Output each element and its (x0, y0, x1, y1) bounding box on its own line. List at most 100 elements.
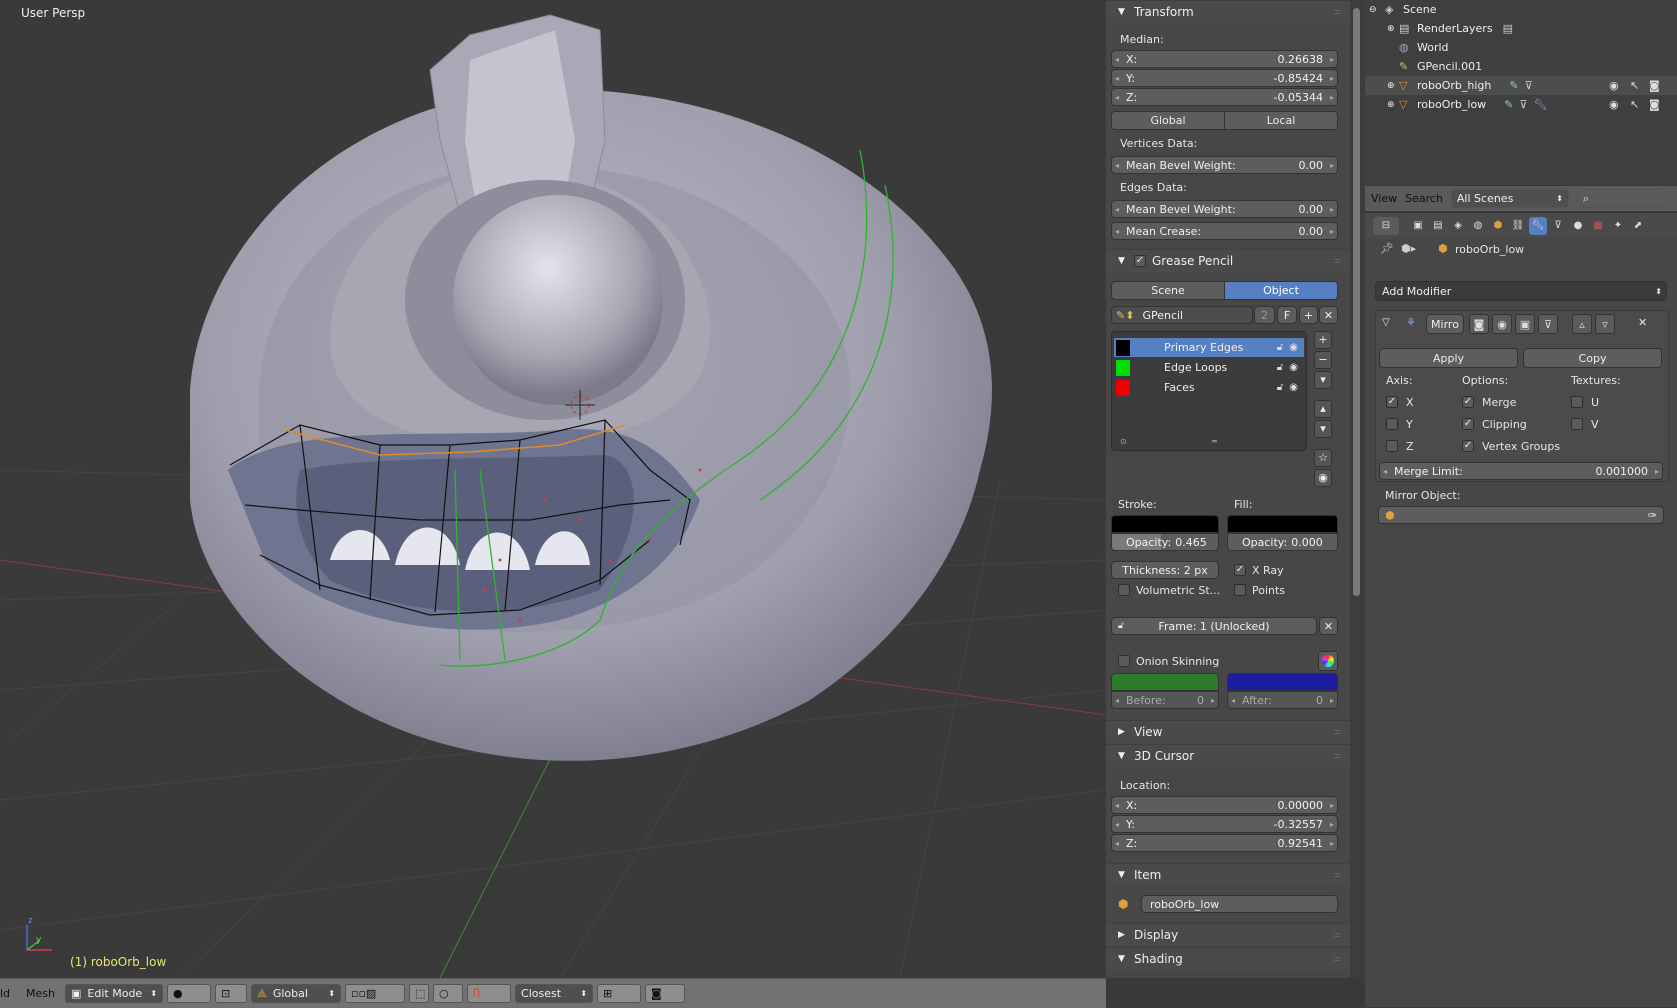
object-tab-icon[interactable]: ⬢ (1489, 217, 1507, 235)
wrench-icon[interactable]: 🔧︎ (1529, 216, 1547, 235)
render-buttons[interactable]: ◙ (645, 984, 686, 1003)
item-name-field[interactable]: roboOrb_low (1141, 895, 1338, 913)
grease-pencil-enable-checkbox[interactable]: ✓ (1134, 255, 1146, 267)
cursor-panel-header[interactable]: ▼ 3D Cursor :::: (1106, 744, 1350, 767)
merge-checkbox[interactable]: ✓ (1462, 396, 1474, 408)
plus-icon[interactable]: + (1299, 306, 1318, 324)
gp-datablock-field[interactable]: ✎⬍ GPencil (1111, 306, 1253, 324)
on-cage-icon[interactable]: ⊽ (1538, 314, 1558, 334)
eye-icon[interactable]: ◉ (1289, 362, 1298, 373)
axis-y-checkbox[interactable] (1386, 418, 1398, 430)
mesh-data-icon[interactable]: ⊽ (1525, 79, 1533, 92)
transform-panel-header[interactable]: ▼ Transform :::: (1106, 0, 1350, 23)
move-layer-up-button[interactable]: ▴ (1314, 400, 1332, 418)
modifier-name-field[interactable]: Mirro (1426, 314, 1464, 334)
collapse-icon[interactable]: ⊖ (1369, 5, 1381, 15)
menu-fragment[interactable]: ld (0, 987, 16, 1000)
viewport-shading-dropdown[interactable]: ● (167, 984, 212, 1003)
onion-skinning-checkbox[interactable] (1118, 655, 1130, 667)
snap-target-dropdown[interactable]: Closest ⬍ (515, 984, 594, 1003)
onion-after-color[interactable] (1227, 673, 1338, 691)
drag-grip-icon[interactable]: :::: (1333, 256, 1341, 265)
onion-after-field[interactable]: ◂ After: 0 ▸ (1227, 691, 1338, 709)
outliner-row[interactable]: ⊖ ◈ Scene (1365, 0, 1677, 19)
isolate-layer-button[interactable]: ☆ (1314, 449, 1332, 467)
outliner-row[interactable]: ⊕ ▤ RenderLayers ▤ (1365, 19, 1677, 38)
pivot-dropdown[interactable]: ⊡ (215, 984, 248, 1003)
gp-layer-item[interactable]: Faces 🔓︎ ◉ (1114, 378, 1304, 397)
gp-users-count[interactable]: 2 (1254, 306, 1275, 324)
volumetric-checkbox[interactable] (1118, 584, 1130, 596)
mean-crease-field[interactable]: ◂ Mean Crease: 0.00 ▸ (1111, 222, 1338, 240)
collapse-triangle-icon[interactable]: ▽ (1382, 317, 1390, 328)
display-panel-header[interactable]: ▶ Display :::: (1106, 923, 1350, 946)
lock-icon[interactable]: 🔓︎ (1277, 342, 1283, 353)
expand-icon[interactable]: ⊕ (1387, 100, 1399, 110)
layer-color-swatch[interactable] (1116, 339, 1130, 356)
layer-specials-button[interactable]: ▾ (1314, 371, 1332, 389)
outliner-search-menu[interactable]: Search (1405, 192, 1443, 205)
editor-type-dropdown[interactable]: ⊟ (1373, 216, 1399, 235)
axis-z-checkbox[interactable] (1386, 440, 1398, 452)
scene-tab-icon[interactable]: ◈ (1449, 217, 1467, 235)
layer-color-swatch[interactable] (1116, 379, 1130, 396)
gp-fake-user-button[interactable]: F (1277, 306, 1297, 324)
merge-limit-field[interactable]: ◂ Merge Limit: 0.001000 ▸ (1379, 462, 1663, 480)
fill-opacity-field[interactable]: Opacity: 0.000 (1227, 533, 1338, 551)
xray-checkbox[interactable]: ✓ (1234, 564, 1246, 576)
pencil-icon[interactable]: ✎ (1509, 79, 1518, 92)
gp-layer-item[interactable]: Primary Edges 🔓︎ ◉ (1114, 338, 1304, 357)
shading-panel-header[interactable]: ▼ Shading :::: (1106, 947, 1350, 970)
pencil-icon[interactable]: ✎ (1504, 98, 1513, 111)
lock-icon[interactable]: 🔓︎ (1277, 382, 1283, 393)
drag-grip-icon[interactable]: :::: (1333, 727, 1341, 736)
mesh-menu[interactable]: Mesh (20, 987, 61, 1000)
eye-icon[interactable]: ◉ (1289, 382, 1298, 393)
camera-icon[interactable]: ◙ (1649, 98, 1660, 111)
drag-grip-icon[interactable]: :::: (1333, 751, 1341, 760)
outliner-row[interactable]: ⊕ ▽ roboOrb_high ✎ ⊽ ◉ ↖ ◙ (1365, 76, 1677, 95)
eye-icon[interactable]: ◉ (1492, 314, 1512, 334)
3d-viewport[interactable]: User Persp (1) roboOrb_low z y (0, 0, 1106, 978)
particles-tab-icon[interactable]: ✦ (1609, 217, 1627, 235)
vertex-mean-bevel-field[interactable]: ◂ Mean Bevel Weight: 0.00 ▸ (1111, 156, 1338, 174)
edge-mean-bevel-field[interactable]: ◂ Mean Bevel Weight: 0.00 ▸ (1111, 200, 1338, 218)
gp-layer-item[interactable]: Edge Loops 🔓︎ ◉ (1114, 358, 1304, 377)
material-tab-icon[interactable]: ● (1569, 217, 1587, 235)
close-icon[interactable]: ✕ (1319, 306, 1338, 324)
axis-x-checkbox[interactable]: ✓ (1386, 396, 1398, 408)
pin-icon[interactable]: 📌︎ (1380, 242, 1394, 255)
list-filter-icon[interactable]: ⊙ (1120, 437, 1127, 446)
texture-v-checkbox[interactable] (1571, 418, 1583, 430)
cursor-select-icon[interactable]: ↖ (1630, 98, 1639, 111)
onion-before-color[interactable] (1111, 673, 1219, 691)
render-layers-tab-icon[interactable]: ▤ (1429, 217, 1447, 235)
select-mode-buttons[interactable]: ▫▫▨ (345, 984, 406, 1003)
cursor-z-field[interactable]: ◂ Z: 0.92541 ▸ (1111, 834, 1338, 852)
snap-toggle[interactable]: Ⴖ (467, 984, 512, 1003)
display-mode-dropdown[interactable]: All Scenes ⬍ (1450, 189, 1569, 208)
item-panel-header[interactable]: ▼ Item :::: (1106, 863, 1350, 886)
snap-options[interactable]: ⊞ (597, 984, 642, 1003)
proportional-edit-dropdown[interactable]: ○ (433, 984, 464, 1003)
outliner-view-menu[interactable]: View (1371, 192, 1397, 205)
fill-color-swatch[interactable] (1227, 515, 1338, 533)
median-x-field[interactable]: ◂ X: 0.26638 ▸ (1111, 50, 1338, 68)
median-z-field[interactable]: ◂ Z: -0.05344 ▸ (1111, 88, 1338, 106)
properties-shelf-scrollbar[interactable] (1350, 0, 1365, 978)
texture-u-checkbox[interactable] (1571, 396, 1583, 408)
list-resize-grip-icon[interactable]: ═ (1212, 437, 1217, 446)
drag-grip-icon[interactable]: :::: (1333, 7, 1341, 16)
global-button[interactable]: Global (1112, 112, 1224, 129)
apply-button[interactable]: Apply (1379, 348, 1518, 368)
world-tab-icon[interactable]: ◍ (1469, 217, 1487, 235)
close-icon[interactable]: ✕ (1638, 316, 1647, 329)
render-layer-icon[interactable]: ▤ (1503, 22, 1513, 35)
eye-icon[interactable]: ◉ (1609, 98, 1619, 111)
thickness-field[interactable]: Thickness: 2 px (1111, 561, 1219, 579)
physics-tab-icon[interactable]: ⬈ (1629, 217, 1647, 235)
mode-dropdown[interactable]: ▣ Edit Mode ⬍ (65, 984, 164, 1003)
copy-button[interactable]: Copy (1523, 348, 1662, 368)
cursor-y-field[interactable]: ◂ Y: -0.32557 ▸ (1111, 815, 1338, 833)
cursor-x-field[interactable]: ◂ X: 0.00000 ▸ (1111, 796, 1338, 814)
